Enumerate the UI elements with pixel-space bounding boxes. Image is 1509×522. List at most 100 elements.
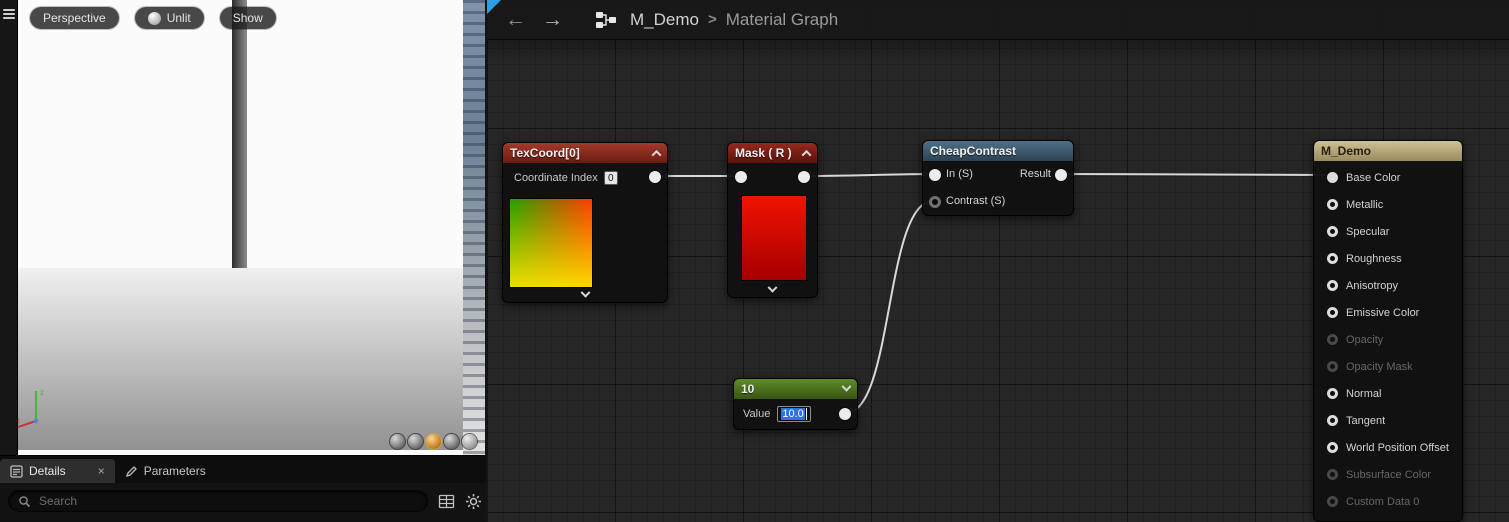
mask-output-pin[interactable] [798,171,810,183]
forward-arrow-icon[interactable]: → [542,9,563,30]
contrast-in-pin[interactable] [929,169,941,181]
node-constant-10[interactable]: 10 Value 10.0 [733,378,858,430]
pin-icon[interactable] [1327,172,1338,183]
node-texcoord[interactable]: TexCoord[0] Coordinate Index 0 [502,142,668,303]
material-pin-anisotropy[interactable]: Anisotropy [1327,272,1462,299]
settings-gear-icon[interactable] [465,493,482,510]
coordinate-index-label: Coordinate Index [514,172,598,184]
svg-text:z: z [40,388,44,397]
mask-input-pin[interactable] [735,171,747,183]
chevron-up-icon[interactable] [802,149,812,159]
coordinate-index-row: Coordinate Index 0 [503,163,667,185]
preview-cylinder-icon[interactable] [390,434,405,449]
node-cheapcontrast[interactable]: CheapContrast In (S) Result Contrast (S) [922,140,1074,216]
material-pin-custom-data-0: Custom Data 0 [1327,488,1462,515]
preview-cube-icon[interactable] [444,434,459,449]
details-search-row [0,483,486,512]
tab-parameters[interactable]: Parameters [115,459,216,483]
table-view-icon[interactable] [438,493,455,510]
preview-teapot-icon[interactable] [462,434,477,449]
contrast-contrast-pin[interactable] [929,196,941,208]
graph-toolbar: ← → M_Demo > Material Graph [487,0,1509,40]
contrast-in-label: In (S) [946,168,973,180]
show-button[interactable]: Show [220,7,276,29]
wire-mask-to-contrast[interactable] [807,174,932,176]
pin-icon[interactable] [1327,226,1338,237]
preview-sphere-icon[interactable] [408,434,423,449]
search-icon [18,495,31,508]
pin-icon[interactable] [1327,388,1338,399]
viewport-toolbar: Perspective Unlit Show [30,7,276,29]
node-mask[interactable]: Mask ( R ) [727,142,818,298]
menu-icon[interactable] [3,9,15,19]
chevron-up-icon[interactable] [652,149,662,159]
node-material-result[interactable]: M_Demo Base Color Metallic Specular Roug… [1313,140,1463,522]
material-pin-tangent[interactable]: Tangent [1327,407,1462,434]
constant-output-pin[interactable] [839,408,851,420]
pin-icon[interactable] [1327,442,1338,453]
pin-icon [1327,334,1338,345]
breadcrumb-separator-icon: > [708,11,717,28]
search-box[interactable] [8,490,428,512]
pin-icon[interactable] [1327,199,1338,210]
search-input[interactable] [37,493,418,509]
details-panel: Details × Parameters [0,455,486,522]
pencil-icon [125,465,138,478]
coordinate-index-value[interactable]: 0 [604,171,618,185]
pin-icon[interactable] [1327,253,1338,264]
material-graph-icon [595,11,617,29]
node-material-header[interactable]: M_Demo [1314,141,1462,161]
preview-viewport[interactable]: Perspective Unlit Show z x [18,0,485,455]
pin-icon [1327,496,1338,507]
contrast-result-pin[interactable] [1055,169,1067,181]
constant-value-selected-text: 10.0 [781,408,804,420]
chevron-down-icon[interactable] [768,283,778,293]
unreal-material-editor: Perspective Unlit Show z x [0,0,1509,522]
perspective-button[interactable]: Perspective [30,7,119,29]
close-icon[interactable]: × [98,464,105,478]
chevron-down-icon[interactable] [842,381,852,391]
material-pin-normal[interactable]: Normal [1327,380,1462,407]
viewport-scene-building [463,0,485,455]
left-toolbar-strip [0,0,18,455]
view-mode-button[interactable]: Unlit [135,7,204,29]
perspective-label: Perspective [43,11,106,25]
node-constant-header[interactable]: 10 [734,379,857,399]
node-constant-title: 10 [741,382,754,396]
chevron-down-icon[interactable] [580,288,590,298]
material-pin-world-position-offset[interactable]: World Position Offset [1327,434,1462,461]
constant-value-field[interactable]: 10.0 [777,406,810,422]
breadcrumb-page: Material Graph [726,10,838,30]
node-mask-header[interactable]: Mask ( R ) [728,143,817,163]
details-icon [10,465,23,478]
material-pin-opacity: Opacity [1327,326,1462,353]
material-graph-canvas[interactable]: ← → M_Demo > Material Graph TexCoord[0] … [487,0,1509,522]
wire-constant-to-contrast[interactable] [846,201,932,413]
texcoord-output-pin[interactable] [649,171,661,183]
active-tab-corner [487,0,501,14]
pin-icon[interactable] [1327,280,1338,291]
contrast-result-label: Result [1020,168,1051,180]
unlit-sphere-icon [148,12,161,25]
wire-contrast-to-material[interactable] [1064,174,1328,175]
preview-sphere-selected-icon[interactable] [426,434,441,449]
node-texcoord-title: TexCoord[0] [510,146,580,160]
svg-text:x: x [18,416,20,425]
node-texcoord-header[interactable]: TexCoord[0] [503,143,667,163]
axis-gizmo-icon: z x [18,383,54,429]
preview-shape-buttons [390,434,477,449]
pin-icon[interactable] [1327,415,1338,426]
back-arrow-icon[interactable]: ← [505,9,526,30]
node-material-title: M_Demo [1321,144,1371,158]
material-pin-base-color[interactable]: Base Color [1327,164,1462,191]
material-pin-metallic[interactable]: Metallic [1327,191,1462,218]
pin-icon[interactable] [1327,307,1338,318]
material-pin-roughness[interactable]: Roughness [1327,245,1462,272]
tab-details[interactable]: Details × [0,459,115,483]
node-cheapcontrast-header[interactable]: CheapContrast [923,141,1073,161]
material-pin-emissive-color[interactable]: Emissive Color [1327,299,1462,326]
constant-value-label: Value [743,408,770,420]
material-pin-specular[interactable]: Specular [1327,218,1462,245]
material-pin-opacity-mask: Opacity Mask [1327,353,1462,380]
breadcrumb-asset[interactable]: M_Demo [630,10,699,30]
